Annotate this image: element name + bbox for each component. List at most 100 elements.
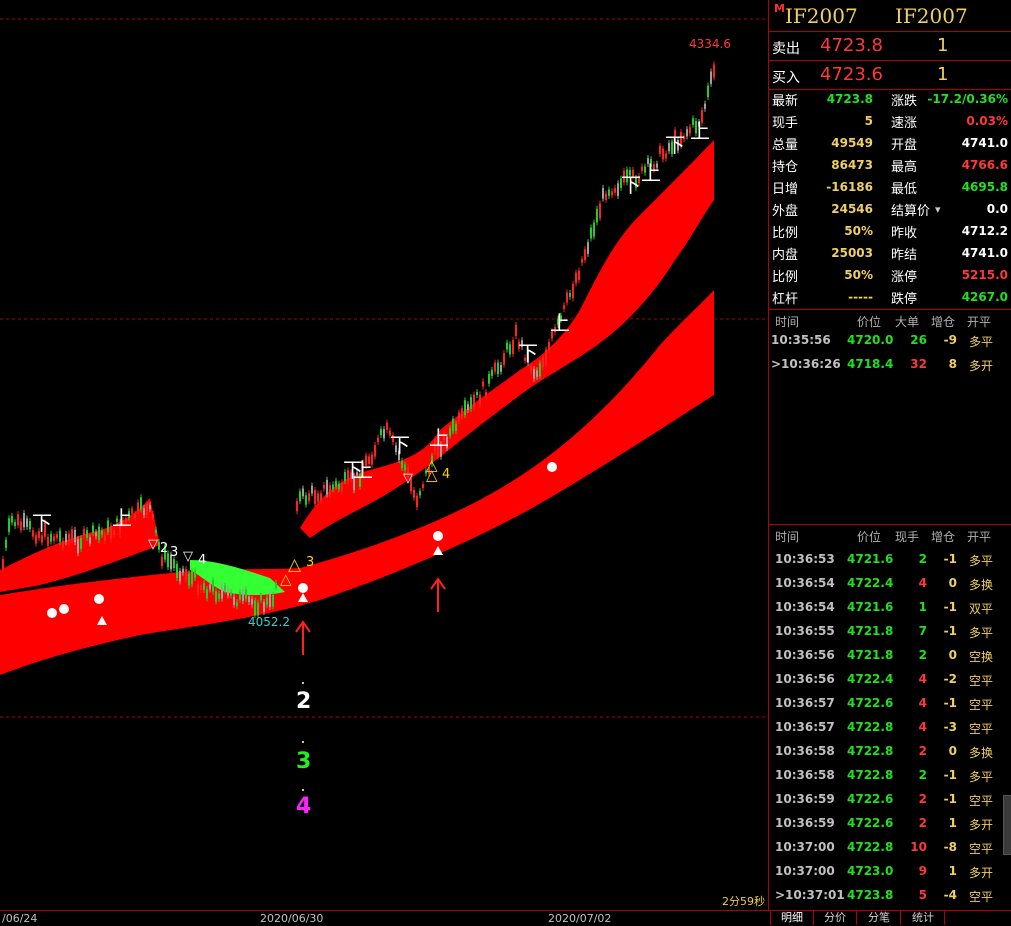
- buy-price: 4723.6: [820, 64, 883, 85]
- candle-body: [380, 429, 382, 436]
- candle-body: [20, 521, 22, 531]
- date-label-2: 2020/06/30: [260, 912, 324, 925]
- candle-body: [473, 394, 475, 408]
- candle-body: [686, 129, 688, 137]
- candle-body: [332, 484, 334, 490]
- table-row[interactable]: 10:36:58 4722.8 2 0 多换: [769, 741, 1011, 765]
- stat-value: 4741.0: [961, 246, 1008, 260]
- candle-body: [383, 429, 385, 439]
- candlestick-chart[interactable]: 4334.6 4052.2 下 上 下 上 下 上 下 上 下 上 下 上 ▽ …: [0, 0, 768, 910]
- tab-2[interactable]: 分笔: [858, 911, 901, 925]
- candle-body: [659, 145, 661, 154]
- table-row[interactable]: 10:36:57 4722.8 4 -3 空平: [769, 717, 1011, 741]
- candle-body: [452, 418, 454, 432]
- table-row[interactable]: 10:36:54 4721.6 1 -1 双平: [769, 597, 1011, 621]
- big-order-list[interactable]: 时间 价位 大单 增仓 开平 10:35:56 4720.0 26 -9 多平 >10:36:26 4…: [769, 310, 1011, 524]
- candle-body: [320, 493, 322, 501]
- sell-volume: 1: [937, 35, 949, 56]
- chevron-down-icon[interactable]: ▾: [935, 203, 941, 216]
- cell-type: 多换: [969, 578, 994, 592]
- table-row[interactable]: 10:36:58 4722.8 2 -1 多平: [769, 765, 1011, 789]
- candle-body: [149, 505, 151, 510]
- signal-number-3: 3: [296, 749, 311, 774]
- table-row[interactable]: 10:36:56 4722.4 4 -2 空平: [769, 669, 1011, 693]
- tick-detail-list[interactable]: 时间 价位 现手 增仓 开平 10:36:53 4721.6 2 -1 多平 10:36:54 472…: [769, 525, 1011, 910]
- table-row[interactable]: 10:36:55 4721.8 7 -1 多平: [769, 621, 1011, 645]
- column-header: 增仓: [931, 315, 956, 329]
- candle-body: [515, 324, 517, 336]
- tab-0[interactable]: 明细: [770, 911, 814, 925]
- candle-body: [173, 559, 175, 569]
- tick-list-scrollbar[interactable]: [1003, 795, 1011, 855]
- signal-down-1: 下: [32, 511, 52, 535]
- stat-8-right: 涨停 5215.0: [889, 266, 1011, 287]
- stat-4-left: 日增 -16186: [769, 178, 889, 199]
- candle-body: [104, 534, 106, 541]
- chart-canvas[interactable]: 4334.6 4052.2 下 上 下 上 下 上 下 上 下 上 下 上 ▽ …: [0, 0, 768, 910]
- candle-body: [194, 570, 196, 578]
- candle-body: [422, 484, 424, 488]
- candle-body: [482, 381, 484, 387]
- candle-body: [56, 534, 58, 539]
- cell-price: 4723.0: [847, 864, 894, 878]
- candle-body: [77, 539, 79, 554]
- candle-body: [74, 529, 76, 543]
- candle-body: [182, 568, 184, 573]
- candle-body: [662, 148, 664, 160]
- table-row[interactable]: 10:36:54 4722.4 4 0 多换: [769, 573, 1011, 597]
- contract-code[interactable]: IF2007: [785, 4, 858, 28]
- table-row[interactable]: 10:35:56 4720.0 26 -9 多平: [769, 330, 1011, 354]
- stat-label: 跌停: [891, 292, 918, 307]
- stat-8-left: 比例 50%: [769, 266, 889, 287]
- cell-time: 10:36:58: [775, 744, 835, 758]
- table-row[interactable]: 10:37:00 4722.8 10 -8 空平: [769, 837, 1011, 861]
- stat-4-right: 最低 4695.8: [889, 178, 1011, 199]
- cell-qty: 1: [918, 600, 927, 614]
- tab-1[interactable]: 分价: [814, 911, 857, 925]
- table-row[interactable]: >10:36:26 4718.4 32 8 多开: [769, 354, 1011, 378]
- stat-label: 涨停: [891, 270, 918, 285]
- candle-body: [35, 535, 37, 544]
- cell-oi: -1: [943, 768, 957, 782]
- white-dot-2: [59, 604, 69, 614]
- signal-up-6: 上: [690, 119, 710, 143]
- candle-body: [14, 522, 16, 527]
- candle-body: [611, 191, 613, 196]
- table-row[interactable]: 10:36:53 4721.6 2 -1 多平: [769, 549, 1011, 573]
- candle-body: [266, 597, 268, 605]
- candle-body: [137, 502, 139, 512]
- table-row[interactable]: 10:37:00 4723.0 9 1 多开: [769, 861, 1011, 885]
- sell-row[interactable]: 卖出 4723.8 1: [769, 32, 1011, 61]
- candle-body: [386, 422, 388, 430]
- time-axis: /06/24 2020/06/30 2020/07/02 明细 分价 分笔 统计: [0, 910, 1011, 926]
- stat-label: 昨收: [891, 226, 918, 241]
- table-row[interactable]: 10:36:59 4722.6 2 -1 空平: [769, 789, 1011, 813]
- cell-type: 多平: [969, 554, 994, 568]
- candle-body: [29, 521, 31, 530]
- cell-oi: -1: [943, 600, 957, 614]
- table-row[interactable]: 10:36:59 4722.6 2 1 多开: [769, 813, 1011, 837]
- stat-0-right: 涨跌 -17.2/0.36%: [889, 90, 1011, 111]
- tab-3[interactable]: 统计: [902, 911, 945, 925]
- cell-oi: -1: [943, 792, 957, 806]
- cell-type: 空平: [969, 674, 994, 688]
- cell-type: 多换: [969, 746, 994, 760]
- candle-body: [17, 514, 19, 526]
- candle-body: [323, 485, 325, 489]
- table-row[interactable]: >10:37:01 4723.8 5 -4 空平: [769, 885, 1011, 909]
- candle-body: [401, 460, 403, 469]
- cell-qty: 2: [918, 768, 927, 782]
- candle-body: [101, 530, 103, 535]
- candle-body: [224, 585, 226, 591]
- candle-body: [68, 533, 70, 542]
- stat-value: 5215.0: [961, 268, 1008, 282]
- table-row[interactable]: 10:36:56 4721.8 2 0 空换: [769, 645, 1011, 669]
- cell-type: 空平: [969, 722, 994, 736]
- cell-qty: 7: [918, 624, 927, 638]
- candle-body: [413, 489, 415, 498]
- cell-type: 多平: [969, 335, 994, 349]
- table-row[interactable]: 10:36:57 4722.6 4 -1 空平: [769, 693, 1011, 717]
- buy-row[interactable]: 买入 4723.6 1: [769, 61, 1011, 90]
- stat-value: 86473: [831, 158, 873, 172]
- candle-body: [251, 598, 253, 605]
